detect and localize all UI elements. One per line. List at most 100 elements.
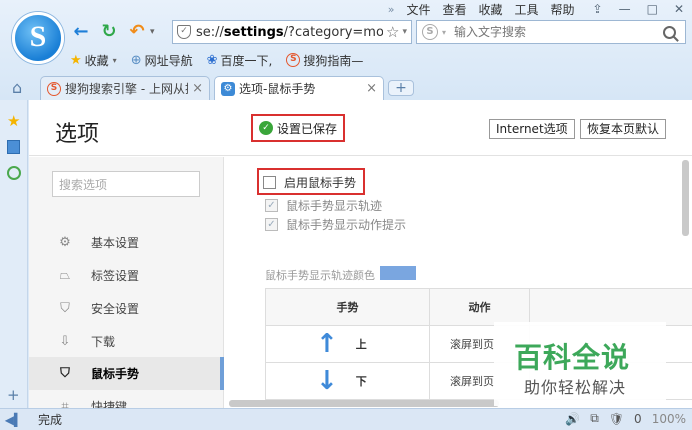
tab-label: 选项-鼠标手势 [239, 82, 316, 96]
sidebar-item-security[interactable]: ⛉ 安全设置 [29, 292, 224, 325]
globe-icon: ⊕ [130, 52, 142, 68]
sidebar-item-tabs[interactable]: ⏢ 标签设置 [29, 259, 224, 292]
menu-help[interactable]: 帮助 [551, 1, 575, 18]
tab-label: 搜狗搜索引擎 - 上网从搜 [65, 82, 189, 96]
sidebar-item-shortcuts[interactable]: ⌗ 快捷键 [29, 390, 224, 408]
gesture-cell: ↓ 下 [265, 362, 430, 400]
maximize-icon[interactable]: □ [647, 2, 658, 16]
paw-icon: ❀ [206, 52, 218, 68]
settings-search-input[interactable]: 搜索选项 [52, 171, 200, 197]
show-trail-checkbox[interactable]: ✓ [265, 199, 278, 212]
minimize-icon[interactable]: — [619, 2, 631, 16]
page-title: 选项 [55, 122, 100, 147]
internet-options-button[interactable]: Internet选项 [489, 119, 575, 139]
search-engine-icon[interactable]: S [422, 24, 438, 40]
show-trail-option[interactable]: ✓ 鼠标手势显示轨迹 [265, 197, 382, 214]
menu-favorites[interactable]: 收藏 [478, 1, 502, 18]
screenshot-icon[interactable]: ⧉ [590, 411, 599, 426]
skin-icon[interactable]: ⇪ [593, 2, 603, 16]
sidebar-item-mouse-gestures[interactable]: ⛉ 鼠标手势 [29, 357, 224, 390]
home-icon[interactable]: ⌂ [12, 78, 22, 97]
enable-gestures-checkbox[interactable] [263, 176, 276, 189]
sidebar-toggle-icon[interactable]: ◀▍ [0, 413, 28, 427]
undo-close-icon[interactable]: ↶ [126, 21, 148, 43]
bookmark-sogou-guide[interactable]: S 搜狗指南— [286, 52, 363, 69]
bookmark-favorites[interactable]: ★ 收藏 ▾ [70, 52, 117, 69]
arrow-down-icon: ↓ [316, 366, 338, 396]
chevron-down-icon[interactable]: ▾ [402, 27, 407, 37]
nav-buttons: ← ↻ ↶ ▾ [70, 20, 163, 44]
menu-view[interactable]: 查看 [442, 1, 466, 18]
show-hint-checkbox[interactable]: ✓ [265, 218, 278, 231]
shield-icon[interactable]: 🛡 [609, 412, 624, 426]
search-icon[interactable] [663, 25, 676, 39]
chevron-down-icon: ▾ [112, 55, 117, 65]
sidebar-item-label: 鼠标手势 [91, 367, 140, 381]
sidebar-item-label: 快捷键 [91, 400, 128, 408]
watermark-title: 百科全说 [514, 341, 631, 374]
download-icon: ⇩ [59, 334, 71, 349]
restore-defaults-button[interactable]: 恢复本页默认 [580, 119, 667, 139]
arrow-up-icon: ↑ [316, 329, 338, 359]
refresh-icon[interactable]: ↻ [98, 21, 120, 43]
history-icon[interactable] [7, 166, 21, 180]
close-icon[interactable]: × [366, 81, 377, 96]
status-text: 完成 [38, 413, 63, 427]
close-icon[interactable]: × [192, 81, 203, 96]
vertical-scrollbar[interactable] [682, 160, 689, 236]
sidebar-item-label: 安全设置 [91, 302, 140, 316]
window-controls: ⇪ — □ ✕ [593, 2, 684, 16]
settings-sidebar: 搜索选项 ⚙ 基本设置 ⏢ 标签设置 ⛉ 安全设置 ⇩ 下载 ⛉ 鼠标手势 ⌗ … [29, 157, 224, 408]
horizontal-scrollbar[interactable] [229, 400, 499, 407]
bookmarks-bar: ★ 收藏 ▾ ⊕ 网址导航 ❀ 百度一下, S 搜狗指南— [70, 50, 373, 70]
shield-icon: ✓ [177, 25, 191, 39]
url-text[interactable]: se://settings/?category=mo [196, 25, 383, 40]
checkbox-label: 鼠标手势显示动作提示 [286, 218, 407, 232]
page-header: 选项 ✓ 设置已保存 Internet选项 恢复本页默认 [29, 100, 692, 156]
show-hint-option[interactable]: ✓ 鼠标手势显示动作提示 [265, 216, 406, 233]
bookmark-nav[interactable]: ⊕ 网址导航 [131, 52, 193, 69]
column-header-gesture: 手势 [265, 288, 430, 326]
menu-tools[interactable]: 工具 [515, 1, 539, 18]
address-bar[interactable]: ✓ se://settings/?category=mo ☆ ▾ [172, 20, 412, 44]
favorite-star-icon[interactable]: ☆ [386, 23, 399, 41]
star-icon[interactable]: ★ [7, 112, 20, 130]
left-sidebar-strip: ★ + [0, 100, 28, 408]
browser-chrome: S » 文件 查看 收藏 工具 帮助 ⇪ — □ ✕ ← ↻ ↶ ▾ ✓ se:… [0, 0, 692, 100]
trail-color-label: 鼠标手势显示轨迹颜色 [265, 269, 375, 282]
tab-icon: ⏢ [59, 268, 71, 283]
sidebar-item-label: 标签设置 [91, 269, 140, 283]
add-icon[interactable]: + [7, 386, 20, 404]
checkbox-label: 启用鼠标手势 [284, 176, 357, 190]
sidebar-item-download[interactable]: ⇩ 下载 [29, 325, 224, 358]
checkbox-label: 鼠标手势显示轨迹 [286, 199, 383, 213]
new-tab-button[interactable]: + [388, 80, 414, 96]
enable-gestures-option[interactable]: 启用鼠标手势 [263, 174, 356, 191]
sogou-logo[interactable]: S [12, 12, 64, 64]
sidebar-item-label: 基本设置 [91, 236, 140, 250]
zoom-level[interactable]: 100% [652, 412, 686, 426]
menu-chevron-icon[interactable]: » [388, 3, 395, 16]
sidebar-item-label: 下载 [91, 335, 116, 349]
search-input[interactable] [454, 25, 663, 39]
menu-file[interactable]: 文件 [406, 1, 430, 18]
sidebar-item-basic[interactable]: ⚙ 基本设置 [29, 226, 224, 259]
tab-settings[interactable]: ⚙ 选项-鼠标手势 × [214, 76, 384, 100]
bookmark-baidu[interactable]: ❀ 百度一下, [207, 52, 273, 69]
shortcut-icon: ⌗ [61, 399, 69, 408]
tab-sogou-search[interactable]: S 搜狗搜索引擎 - 上网从搜 × [40, 76, 210, 100]
notes-icon[interactable] [7, 140, 20, 154]
mouse-icon: ⛉ [60, 366, 70, 381]
trail-color-swatch[interactable] [380, 266, 416, 280]
status-bar: ◀▍ 完成 🔊 ⧉ 🛡 0 100% [0, 408, 692, 430]
chevron-down-icon[interactable]: ▾ [442, 28, 446, 37]
shield-icon: ⛉ [60, 301, 70, 316]
chevron-down-icon[interactable]: ▾ [150, 27, 155, 37]
column-header-empty [529, 288, 692, 326]
close-window-icon[interactable]: ✕ [674, 2, 684, 16]
tab-strip: ⌂ S 搜狗搜索引擎 - 上网从搜 × ⚙ 选项-鼠标手势 × + [0, 74, 692, 100]
column-header-action: 动作 [429, 288, 530, 326]
status-right: 🔊 ⧉ 🛡 0 100% [565, 411, 686, 426]
back-arrow-icon[interactable]: ← [70, 21, 92, 43]
sound-icon[interactable]: 🔊 [565, 412, 580, 426]
